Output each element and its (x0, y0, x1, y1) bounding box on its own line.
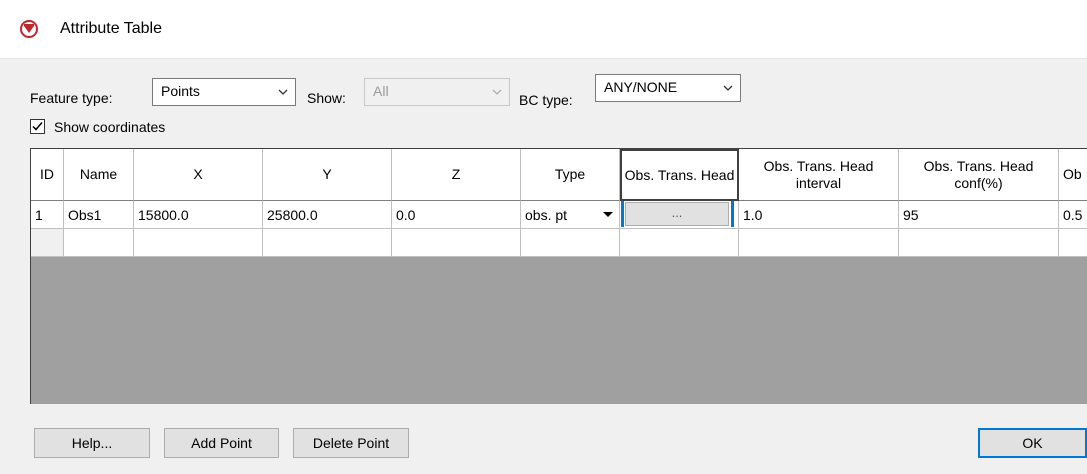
empty-cell[interactable] (899, 229, 1059, 257)
column-header-type[interactable]: Type (521, 149, 620, 201)
window-title: Attribute Table (60, 20, 162, 37)
empty-cell[interactable] (263, 229, 392, 257)
feature-type-label: Feature type: (30, 90, 113, 106)
column-header-obs-trans-head[interactable]: Obs. Trans. Head (620, 149, 739, 201)
table-cell-truncated[interactable]: 0.5 (1059, 201, 1087, 229)
bc-type-dropdown[interactable]: ANY/NONE (595, 74, 741, 102)
chevron-down-icon (492, 89, 502, 95)
show-label: Show: (307, 90, 346, 106)
cell-focus-indicator-left (621, 201, 624, 227)
bc-type-value: ANY/NONE (604, 79, 678, 95)
empty-cell[interactable] (739, 229, 899, 257)
table-cell-id[interactable]: 1 (31, 201, 64, 229)
show-value: All (373, 83, 389, 99)
column-header-obs-trans-head-interval[interactable]: Obs. Trans. Head interval (739, 149, 899, 201)
table-cell-obs-trans-head-interval[interactable]: 1.0 (739, 201, 899, 229)
column-header-name[interactable]: Name (64, 149, 134, 201)
delete-point-button[interactable]: Delete Point (293, 428, 409, 458)
table-cell-y[interactable]: 25800.0 (263, 201, 392, 229)
ok-button[interactable]: OK (978, 428, 1087, 458)
column-header-z[interactable]: Z (392, 149, 521, 201)
empty-cell[interactable] (521, 229, 620, 257)
attribute-grid[interactable]: ID Name X Y Z Type Obs. Trans. Head Obs.… (30, 148, 1087, 404)
column-header-truncated[interactable]: Ob (1059, 149, 1087, 201)
feature-type-dropdown[interactable]: Points (152, 78, 296, 106)
show-dropdown[interactable]: All (364, 78, 510, 106)
obs-trans-head-browse-button[interactable]: ... (625, 202, 729, 226)
help-button[interactable]: Help... (34, 428, 150, 458)
dropdown-arrow-icon[interactable] (600, 207, 616, 221)
column-header-obs-trans-head-conf[interactable]: Obs. Trans. Head conf(%) (899, 149, 1059, 201)
attribute-table-app-icon (20, 20, 38, 38)
chevron-down-icon (723, 85, 733, 91)
feature-type-value: Points (161, 83, 200, 99)
bc-type-label: BC type: (519, 92, 573, 108)
empty-cell[interactable] (392, 229, 521, 257)
show-coordinates-label[interactable]: Show coordinates (54, 119, 165, 135)
empty-cell[interactable] (1059, 229, 1087, 257)
type-value: obs. pt (525, 207, 568, 223)
new-row-header[interactable] (31, 229, 64, 257)
checkmark-icon (32, 122, 43, 131)
table-cell-x[interactable]: 15800.0 (134, 201, 263, 229)
table-cell-z[interactable]: 0.0 (392, 201, 521, 229)
empty-cell[interactable] (134, 229, 263, 257)
empty-cell[interactable] (620, 229, 739, 257)
chevron-down-icon (278, 89, 288, 95)
show-coordinates-checkbox[interactable] (30, 119, 45, 134)
cell-focus-indicator-right (731, 201, 734, 227)
column-header-x[interactable]: X (134, 149, 263, 201)
column-header-y[interactable]: Y (263, 149, 392, 201)
table-cell-obs-trans-head-conf[interactable]: 95 (899, 201, 1059, 229)
add-point-button[interactable]: Add Point (164, 428, 279, 458)
column-header-id[interactable]: ID (31, 149, 64, 201)
empty-cell[interactable] (64, 229, 134, 257)
table-cell-name[interactable]: Obs1 (64, 201, 134, 229)
table-cell-type[interactable]: obs. pt (521, 201, 620, 229)
title-bar: Attribute Table (0, 0, 1087, 59)
